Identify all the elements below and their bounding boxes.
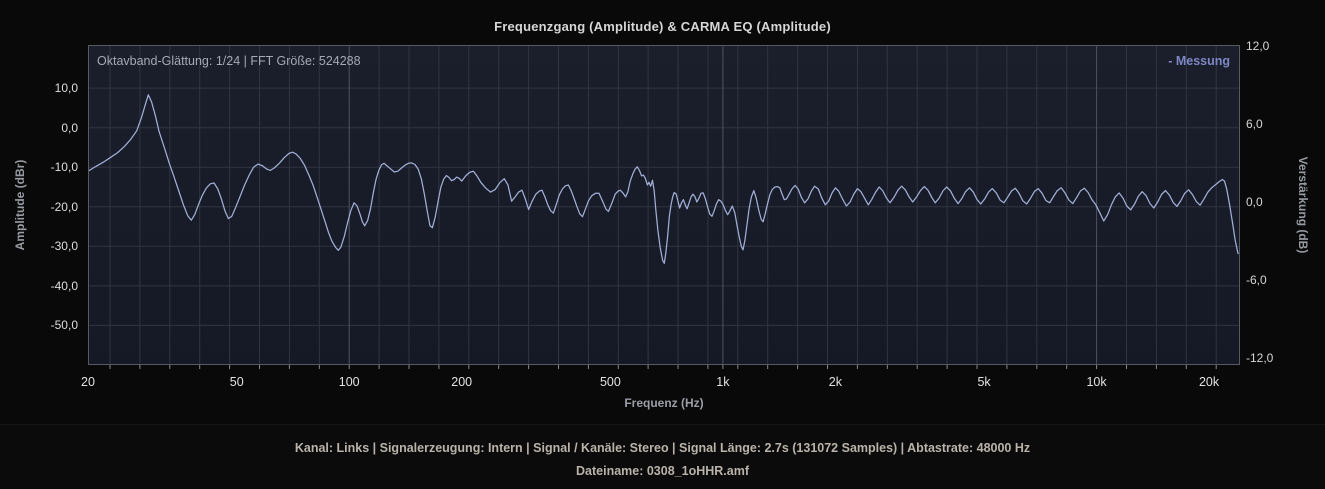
carma-measurement-window: Frequenzgang (Amplitude) & CARMA EQ (Amp…: [0, 0, 1325, 488]
x-tick-label: 5k: [954, 374, 1014, 390]
x-tick-label: 10k: [1067, 374, 1127, 390]
smoothing-fft-annotation: Oktavband-Glättung: 1/24 | FFT Größe: 52…: [97, 54, 361, 68]
y-right-tick-label: -6,0: [1246, 272, 1306, 288]
x-tick-label: 20k: [1179, 374, 1239, 390]
x-tick-label: 20: [58, 374, 118, 390]
y-left-tick-label: -10,0: [0, 159, 78, 175]
x-tick-label: 200: [432, 374, 492, 390]
x-tick-label: 500: [580, 374, 640, 390]
status-measurement-info: Kanal: Links | Signalerzeugung: Intern |…: [0, 441, 1325, 455]
chart-title: Frequenzgang (Amplitude) & CARMA EQ (Amp…: [0, 19, 1325, 34]
x-axis-title: Frequenz (Hz): [624, 396, 703, 410]
x-tick-label: 100: [319, 374, 379, 390]
status-filename: Dateiname: 0308_1oHHR.amf: [0, 464, 1325, 478]
y-left-tick-label: 10,0: [0, 80, 78, 96]
y-right-tick-label: 6,0: [1246, 116, 1306, 132]
x-tick-label: 1k: [693, 374, 753, 390]
y-right-axis-title: Verstärkung (dB): [1296, 157, 1310, 254]
y-left-tick-label: 0,0: [0, 120, 78, 136]
status-bar: Kanal: Links | Signalerzeugung: Intern |…: [0, 424, 1325, 489]
y-left-tick-label: -20,0: [0, 199, 78, 215]
y-left-tick-label: -50,0: [0, 317, 78, 333]
y-right-tick-label: -12,0: [1246, 350, 1306, 366]
x-tick-label: 50: [207, 374, 267, 390]
frequency-response-chart: [88, 45, 1240, 371]
x-tick-label: 2k: [805, 374, 865, 390]
y-left-tick-label: -30,0: [0, 238, 78, 254]
legend-messung: - Messung: [1168, 54, 1230, 68]
y-right-tick-label: 12,0: [1246, 38, 1306, 54]
plot-area: Oktavband-Glättung: 1/24 | FFT Größe: 52…: [88, 45, 1240, 365]
y-left-tick-label: -40,0: [0, 278, 78, 294]
y-left-axis-title: Amplitude (dBr): [13, 160, 27, 251]
